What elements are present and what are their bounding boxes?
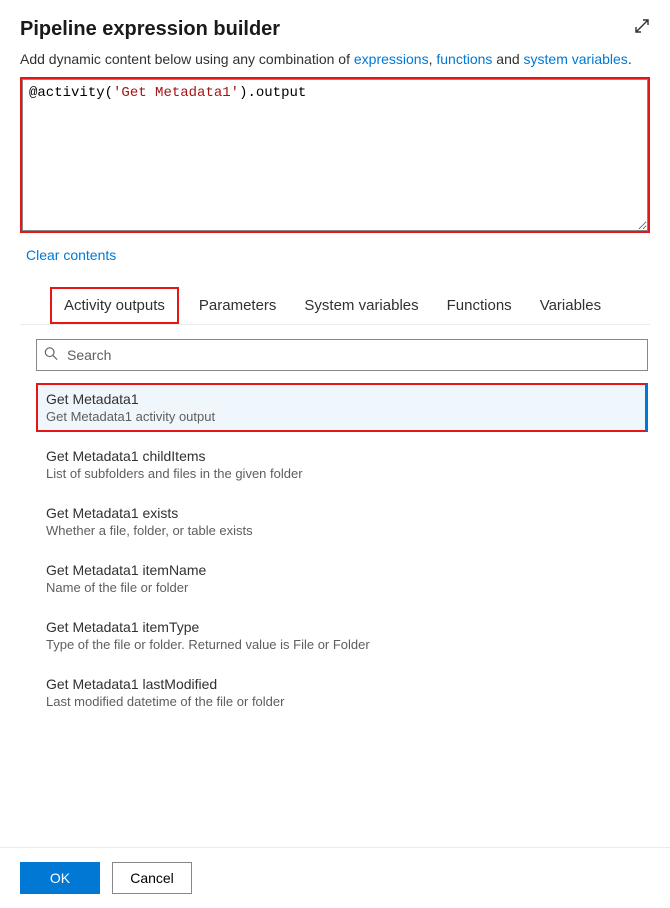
expression-editor-highlight: @activity('Get Metadata1').output [20, 77, 650, 233]
list-item-title: Get Metadata1 [46, 391, 637, 407]
token-function: activity [37, 85, 104, 101]
activity-output-list: Get Metadata1 Get Metadata1 activity out… [36, 383, 648, 717]
list-item-desc: Last modified datetime of the file or fo… [46, 694, 638, 709]
list-item-desc: Whether a file, folder, or table exists [46, 523, 638, 538]
list-item-desc: Name of the file or folder [46, 580, 638, 595]
list-item-title: Get Metadata1 exists [46, 505, 638, 521]
cancel-button[interactable]: Cancel [112, 862, 192, 894]
list-item[interactable]: Get Metadata1 childItems List of subfold… [36, 440, 648, 489]
token-dot: . [247, 85, 255, 101]
token-string: 'Get Metadata1' [113, 85, 239, 101]
functions-link[interactable]: functions [436, 51, 492, 67]
list-item-desc: Type of the file or folder. Returned val… [46, 637, 638, 652]
list-item-title: Get Metadata1 itemName [46, 562, 638, 578]
list-item[interactable]: Get Metadata1 lastModified Last modified… [36, 668, 648, 717]
tab-functions[interactable]: Functions [433, 287, 526, 324]
page-title: Pipeline expression builder [20, 18, 280, 41]
intro-text: Add dynamic content below using any comb… [20, 51, 650, 67]
expression-editor[interactable]: @activity('Get Metadata1').output [22, 79, 648, 231]
token-open-paren: ( [105, 85, 113, 101]
system-variables-link[interactable]: system variables [524, 51, 628, 67]
search-input[interactable] [36, 339, 648, 371]
expressions-link[interactable]: expressions [354, 51, 429, 67]
list-item-title: Get Metadata1 childItems [46, 448, 638, 464]
category-tabs: Activity outputs Parameters System varia… [20, 287, 650, 325]
list-item[interactable]: Get Metadata1 exists Whether a file, fol… [36, 497, 648, 546]
search-icon [44, 347, 58, 364]
list-item-title: Get Metadata1 itemType [46, 619, 638, 635]
clear-contents-link[interactable]: Clear contents [26, 247, 116, 263]
list-item-title: Get Metadata1 lastModified [46, 676, 638, 692]
tab-activity-outputs[interactable]: Activity outputs [50, 287, 179, 324]
tab-system-variables[interactable]: System variables [290, 287, 432, 324]
list-item[interactable]: Get Metadata1 itemType Type of the file … [36, 611, 648, 660]
intro-prefix: Add dynamic content below using any comb… [20, 51, 354, 67]
tab-parameters[interactable]: Parameters [185, 287, 291, 324]
list-item[interactable]: Get Metadata1 Get Metadata1 activity out… [36, 383, 648, 432]
ok-button[interactable]: OK [20, 862, 100, 894]
expand-icon[interactable] [634, 18, 650, 37]
footer: OK Cancel [0, 847, 670, 908]
tab-variables[interactable]: Variables [526, 287, 615, 324]
list-item-desc: List of subfolders and files in the give… [46, 466, 638, 481]
list-item[interactable]: Get Metadata1 itemName Name of the file … [36, 554, 648, 603]
token-property: output [256, 85, 306, 101]
list-item-desc: Get Metadata1 activity output [46, 409, 637, 424]
